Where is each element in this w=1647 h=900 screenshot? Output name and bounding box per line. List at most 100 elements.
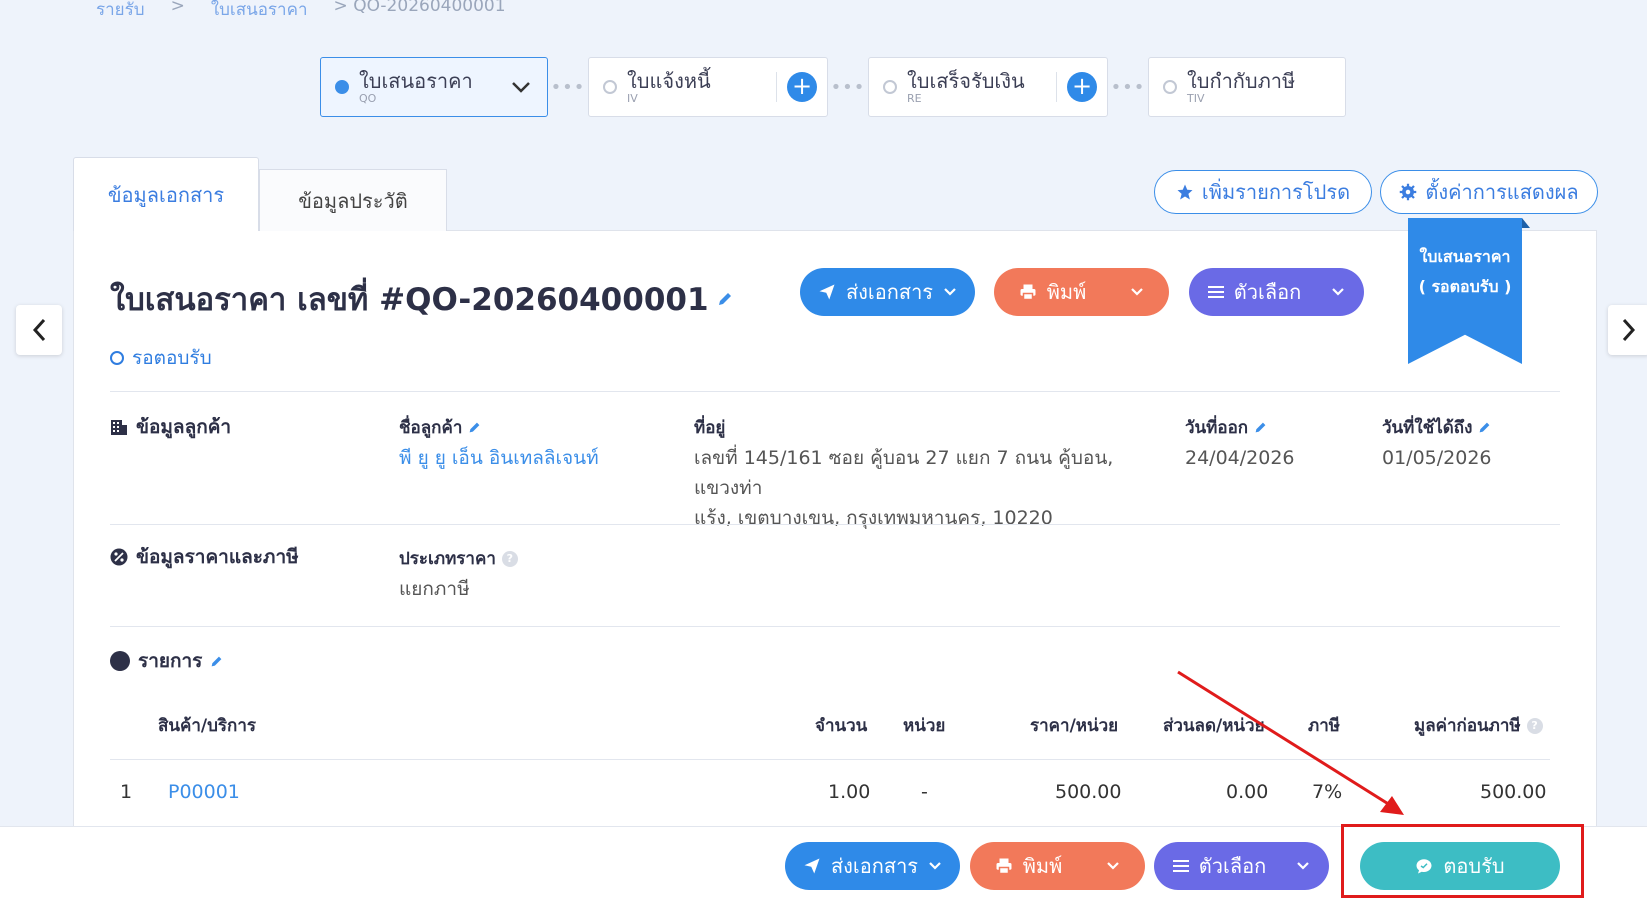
options-label: ตัวเลือก: [1198, 854, 1267, 878]
help-icon[interactable]: ?: [501, 550, 518, 567]
row-unit: -: [921, 781, 928, 803]
printer-icon: [996, 858, 1012, 875]
chevron-down-icon[interactable]: [511, 74, 531, 98]
options-label: ตัวเลือก: [1233, 280, 1302, 304]
breadcrumb-root[interactable]: รายรับ: [96, 0, 145, 23]
column-header-tax: ภาษี: [1308, 716, 1340, 736]
customer-section-label: ข้อมูลลูกค้า: [136, 416, 232, 438]
address-value: เลขที่ 145/161 ซอย คู้บอน 27 แยก 7 ถนน ค…: [694, 443, 1164, 533]
pencil-icon[interactable]: [717, 291, 733, 307]
annotation-highlight-box: [1341, 824, 1584, 898]
column-header-pretax: มูลค่าก่อนภาษี ?: [1414, 712, 1543, 739]
chevron-down-icon: [944, 288, 956, 296]
menu-icon: [1207, 286, 1224, 298]
issue-date-label: วันที่ออก: [1185, 414, 1267, 441]
step-tax-invoice[interactable]: ใบกำกับภาษี TIV: [1148, 57, 1346, 117]
customer-name-label: ชื่อลูกค้า: [399, 414, 481, 441]
valid-date-value: 01/05/2026: [1382, 447, 1492, 469]
options-button-bottom[interactable]: ตัวเลือก: [1154, 842, 1329, 890]
print-label: พิมพ์: [1022, 854, 1063, 878]
pencil-icon[interactable]: [210, 655, 223, 668]
chevron-down-icon: [1131, 288, 1144, 296]
ribbon-status: ( รอตอบรับ ): [1418, 277, 1512, 296]
pencil-icon[interactable]: [1254, 421, 1267, 434]
row-number: 1: [120, 781, 133, 803]
valid-date-label: วันที่ใช้ได้ถึง: [1382, 414, 1491, 441]
price-type-label: ประเภทราคา ?: [399, 545, 518, 572]
divider: [776, 72, 777, 102]
step-connector: •••: [830, 76, 866, 98]
send-document-button[interactable]: ส่งเอกสาร: [800, 268, 975, 316]
status-text: รอตอบรับ: [132, 347, 212, 369]
page-title: ใบเสนอราคา เลขที่ #QO-20260400001: [110, 274, 733, 324]
step-code: RE: [907, 92, 922, 105]
product-code-link[interactable]: P00001: [168, 781, 240, 803]
price-type-value: แยกภาษี: [399, 578, 470, 600]
step-status-dot: [335, 80, 349, 94]
add-favorite-label: เพิ่มรายการโปรด: [1201, 180, 1351, 204]
tab-history[interactable]: ข้อมูลประวัติ: [259, 169, 447, 231]
column-header-unit: หน่วย: [903, 716, 946, 736]
percent-badge-icon: [110, 548, 128, 566]
chevron-down-icon: [929, 862, 941, 870]
address-label: ที่อยู่: [694, 418, 726, 438]
pencil-icon[interactable]: [1478, 421, 1491, 434]
breadcrumb-current: > QO-20260400001: [333, 0, 506, 16]
chevron-down-icon: [1297, 862, 1309, 870]
step-quotation[interactable]: ใบเสนอราคา QO: [320, 57, 548, 117]
step-receipt[interactable]: ใบเสร็จรับเงิน RE +: [868, 57, 1108, 117]
add-favorite-button[interactable]: เพิ่มรายการโปรด: [1154, 170, 1372, 214]
items-section-label: รายการ: [138, 650, 203, 672]
pricing-section-label: ข้อมูลราคาและภาษี: [136, 546, 299, 568]
column-header-qty: จำนวน: [815, 716, 868, 736]
building-icon: [111, 420, 127, 435]
next-document-button[interactable]: [1608, 305, 1647, 355]
divider: [1056, 72, 1057, 102]
step-connector: •••: [550, 76, 586, 98]
step-status-dot: [603, 80, 617, 94]
help-icon[interactable]: ?: [1526, 717, 1543, 734]
breadcrumb-quotation[interactable]: ใบเสนอราคา: [211, 0, 308, 23]
step-invoice[interactable]: ใบแจ้งหนี้ IV +: [588, 57, 828, 117]
step-label: ใบเสร็จรับเงิน: [907, 69, 1025, 93]
printer-icon: [1020, 284, 1036, 301]
column-header-price: ราคา/หน่วย: [1030, 716, 1119, 736]
step-status-dot: [883, 80, 897, 94]
filled-circle-icon: [110, 651, 130, 671]
breadcrumb-separator: >: [170, 0, 185, 16]
address-line-1: เลขที่ 145/161 ซอย คู้บอน 27 แยก 7 ถนน ค…: [694, 447, 1114, 499]
gear-icon: [1400, 183, 1417, 201]
display-settings-button[interactable]: ตั้งค่าการแสดงผล: [1380, 170, 1598, 214]
options-button[interactable]: ตัวเลือก: [1189, 268, 1364, 316]
previous-document-button[interactable]: [16, 305, 62, 355]
divider: [110, 524, 1560, 525]
document-tabs: ข้อมูลเอกสาร ข้อมูลประวัติ: [73, 157, 447, 231]
address-line-2: แร้ง, เขตบางเขน, กรุงเทพมหานคร, 10220: [694, 507, 1053, 529]
row-discount: 0.00: [1226, 781, 1269, 803]
print-label: พิมพ์: [1046, 280, 1087, 304]
print-button[interactable]: พิมพ์: [994, 268, 1169, 316]
print-button-bottom[interactable]: พิมพ์: [970, 842, 1145, 890]
tab-document-info[interactable]: ข้อมูลเอกสาร: [73, 157, 259, 231]
display-settings-label: ตั้งค่าการแสดงผล: [1425, 180, 1579, 204]
ribbon-fold: [1522, 218, 1530, 228]
divider: [110, 759, 1550, 760]
document-workflow: ใบเสนอราคา QO ••• ใบแจ้งหนี้ IV + ••• ใบ…: [320, 57, 1346, 117]
pricing-section-title: ข้อมูลราคาและภาษี: [110, 542, 299, 572]
column-header-pretax-text: มูลค่าก่อนภาษี: [1414, 716, 1521, 736]
valid-date-label-text: วันที่ใช้ได้ถึง: [1382, 418, 1473, 438]
add-receipt-button[interactable]: +: [1067, 72, 1097, 102]
send-document-button-bottom[interactable]: ส่งเอกสาร: [785, 842, 960, 890]
customer-section-title: ข้อมูลลูกค้า: [110, 412, 231, 442]
customer-name-link[interactable]: พี ยู ยู เอ็น อินเทลลิเจนท์: [399, 443, 599, 473]
chevron-right-icon: [1622, 318, 1636, 342]
step-code: TIV: [1187, 92, 1205, 105]
status-ring-icon: [110, 351, 124, 365]
step-label: ใบแจ้งหนี้: [627, 69, 711, 93]
step-status-dot: [1163, 80, 1177, 94]
issue-date-value: 24/04/2026: [1185, 447, 1295, 469]
step-code: QO: [359, 92, 377, 105]
add-invoice-button[interactable]: +: [787, 72, 817, 102]
step-connector: •••: [1110, 76, 1146, 98]
pencil-icon[interactable]: [468, 421, 481, 434]
